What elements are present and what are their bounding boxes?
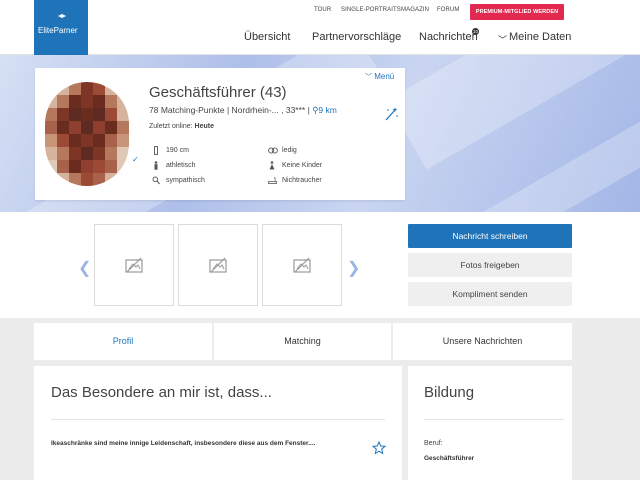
hidden-photo-icon — [209, 257, 227, 273]
header: EliteParner TOUR SINGLE-PORTRAITS MAGAZI… — [0, 0, 640, 55]
messages-badge: 10 — [472, 28, 479, 35]
last-online-label: Zuletzt online: — [149, 123, 193, 130]
nav-messages[interactable]: Nachrichten — [419, 31, 478, 43]
star-icon[interactable] — [372, 441, 386, 455]
top-link-tour[interactable]: TOUR — [314, 7, 331, 13]
last-online: Zuletzt online: Heute — [149, 123, 214, 130]
magnifier-icon — [152, 176, 160, 185]
logo[interactable]: EliteParner — [34, 0, 88, 55]
tab-matching[interactable]: Matching — [214, 323, 391, 360]
job-value: Geschäftsführer — [424, 455, 475, 462]
premium-button[interactable]: PREMIUM-MITGLIED WERDEN — [470, 4, 564, 20]
nav-my-data[interactable]: Meine Daten — [509, 31, 571, 43]
divider — [424, 419, 564, 420]
rings-icon — [268, 147, 278, 154]
education-section: Bildung Beruf: Geschäftsführer — [408, 366, 572, 480]
avatar[interactable] — [45, 82, 129, 186]
profile-tabs: Profil Matching Unsere Nachrichten — [34, 323, 572, 360]
profile-menu-label: Menü — [374, 72, 395, 81]
verified-icon: ✓ — [132, 155, 139, 164]
chevron-down-icon: ﹀ — [365, 74, 372, 81]
nav-suggestions[interactable]: Partnervorschläge — [312, 31, 401, 43]
profile-menu[interactable]: ﹀ Menü — [365, 72, 394, 82]
profile-points: 78 Matching-Punkte | Nordrhein-... , 33*… — [149, 105, 310, 115]
divider — [51, 419, 385, 420]
profile-name: Geschäftsführer (43) — [149, 84, 287, 101]
last-online-value: Heute — [194, 123, 214, 130]
attr-children-value: Keine Kinder — [282, 162, 323, 169]
hidden-photo-icon — [293, 257, 311, 273]
chevron-left-icon[interactable]: ❮ — [78, 258, 91, 278]
top-link-forum[interactable]: FORUM — [437, 7, 460, 13]
person-icon — [269, 161, 275, 170]
release-photos-button[interactable]: Fotos freigeben — [408, 253, 572, 277]
magic-wand-icon[interactable] — [383, 106, 399, 122]
attr-smoking-value: Nichtraucher — [282, 177, 322, 184]
special-section-text: Ikeaschränke sind meine innige Leidensch… — [51, 440, 316, 447]
nav-overview[interactable]: Übersicht — [244, 31, 290, 43]
job-label: Beruf: — [424, 440, 443, 447]
photo-thumbnail[interactable] — [178, 224, 258, 306]
profile-info: 78 Matching-Punkte | Nordrhein-... , 33*… — [149, 105, 337, 116]
write-message-button[interactable]: Nachricht schreiben — [408, 224, 572, 248]
chevron-right-icon[interactable]: ❯ — [347, 258, 360, 278]
special-section: Das Besondere an mir ist, dass... Ikeasc… — [34, 366, 402, 480]
attr-height-value: 190 cm — [166, 147, 189, 154]
photo-thumbnail[interactable] — [262, 224, 342, 306]
hidden-photo-icon — [125, 257, 143, 273]
chevron-down-icon: ﹀ — [498, 35, 508, 45]
send-compliment-button[interactable]: Kompliment senden — [408, 282, 572, 306]
profile-distance: 9 km — [318, 105, 337, 115]
photo-thumbnail[interactable] — [94, 224, 174, 306]
top-link-magazin[interactable]: MAGAZIN — [401, 7, 429, 13]
attr-appearance-value: sympathisch — [166, 177, 205, 184]
top-link-single-portraits[interactable]: SINGLE-PORTRAITS — [341, 7, 401, 13]
education-title: Bildung — [424, 384, 475, 401]
logo-text: EliteParner — [38, 26, 78, 35]
logo-hat-icon — [58, 14, 66, 18]
tab-our-messages[interactable]: Unsere Nachrichten — [393, 323, 572, 360]
no-smoking-icon — [268, 176, 277, 184]
attr-build-value: athletisch — [166, 162, 196, 169]
attr-status-value: ledig — [282, 147, 297, 154]
figure-icon — [154, 161, 158, 170]
ruler-icon — [154, 146, 158, 155]
tab-profile[interactable]: Profil — [34, 323, 212, 360]
special-section-title: Das Besondere an mir ist, dass... — [51, 384, 272, 401]
